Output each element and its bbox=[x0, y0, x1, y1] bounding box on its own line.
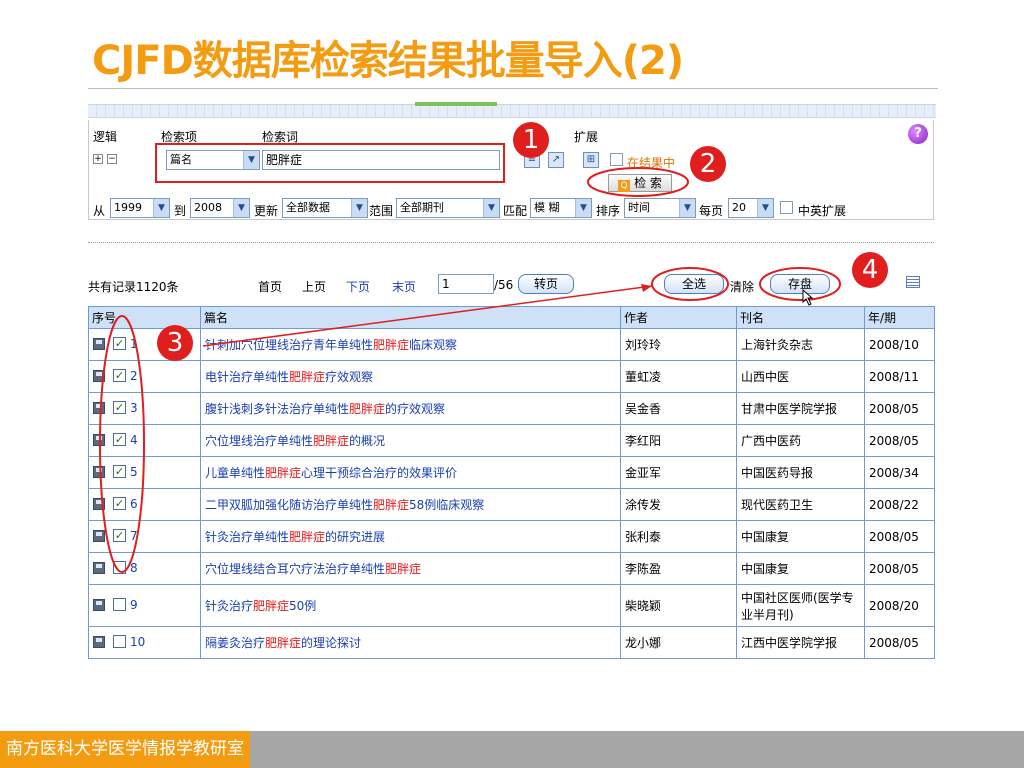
annotation-layer bbox=[99, 143, 841, 573]
annotation-badge-3: 3 bbox=[157, 325, 193, 361]
search-button-highlight bbox=[587, 167, 689, 197]
checkbox-column-highlight bbox=[99, 315, 145, 573]
annotation-badge-2: 2 bbox=[690, 146, 726, 182]
hand-cursor-icon bbox=[802, 288, 814, 306]
save-highlight bbox=[759, 267, 841, 301]
footer-label: 南方医科大学医学情报学教研室 bbox=[0, 731, 250, 768]
annotation-badge-1: 1 bbox=[513, 122, 549, 158]
arrow-line bbox=[202, 285, 653, 347]
search-field-highlight-box bbox=[155, 143, 505, 183]
arrow-head bbox=[641, 284, 652, 292]
select-all-highlight bbox=[651, 267, 729, 301]
annotation-badge-4: 4 bbox=[852, 252, 888, 288]
